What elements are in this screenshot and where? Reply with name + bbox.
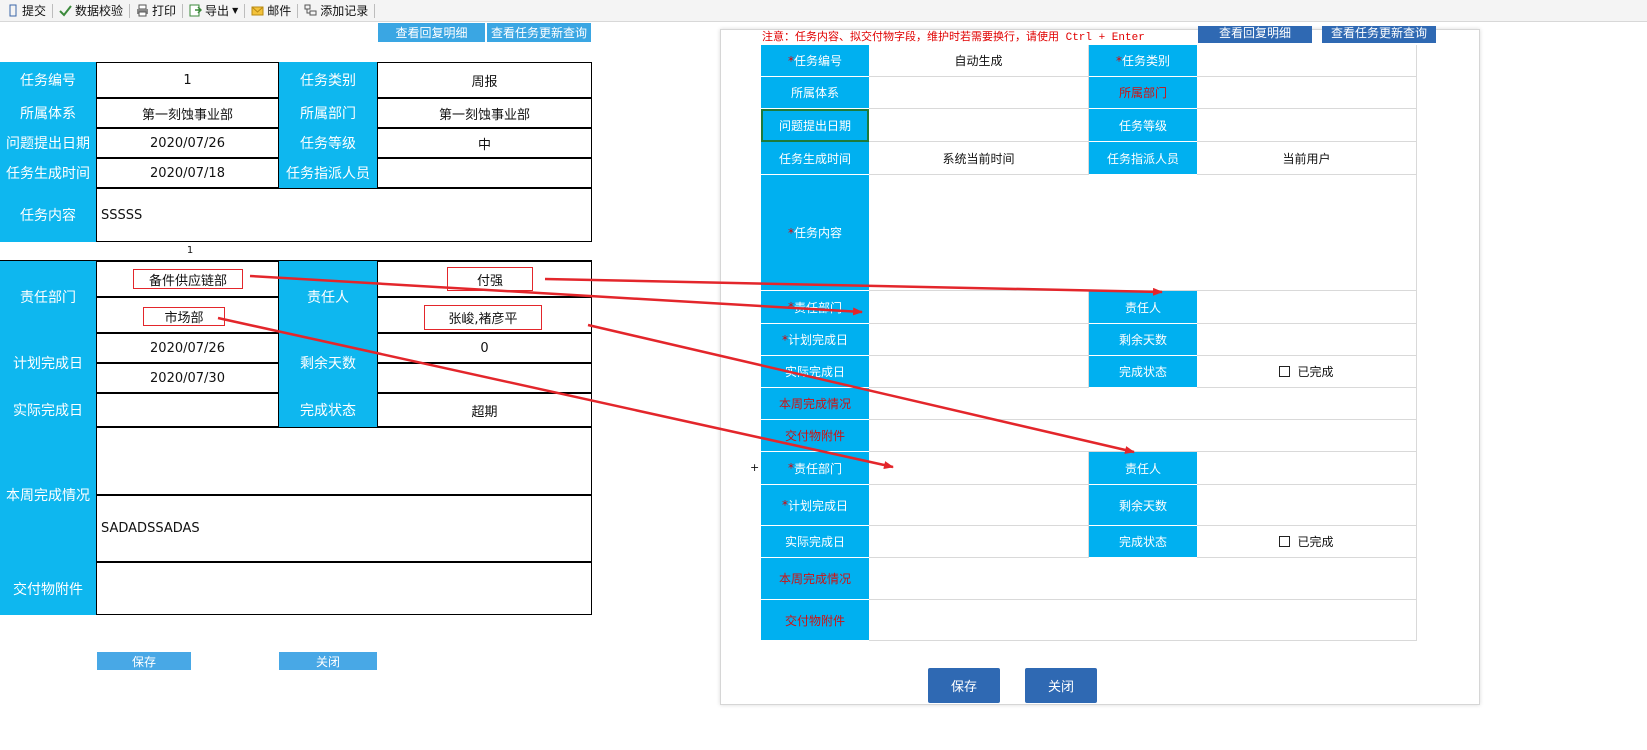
arrow-person-2 xyxy=(587,323,1135,454)
arrow-dept-1 xyxy=(249,274,863,316)
arrow-person-1 xyxy=(544,277,1163,296)
arrow-dept-2 xyxy=(217,316,894,469)
annotation-arrows xyxy=(217,274,1163,469)
